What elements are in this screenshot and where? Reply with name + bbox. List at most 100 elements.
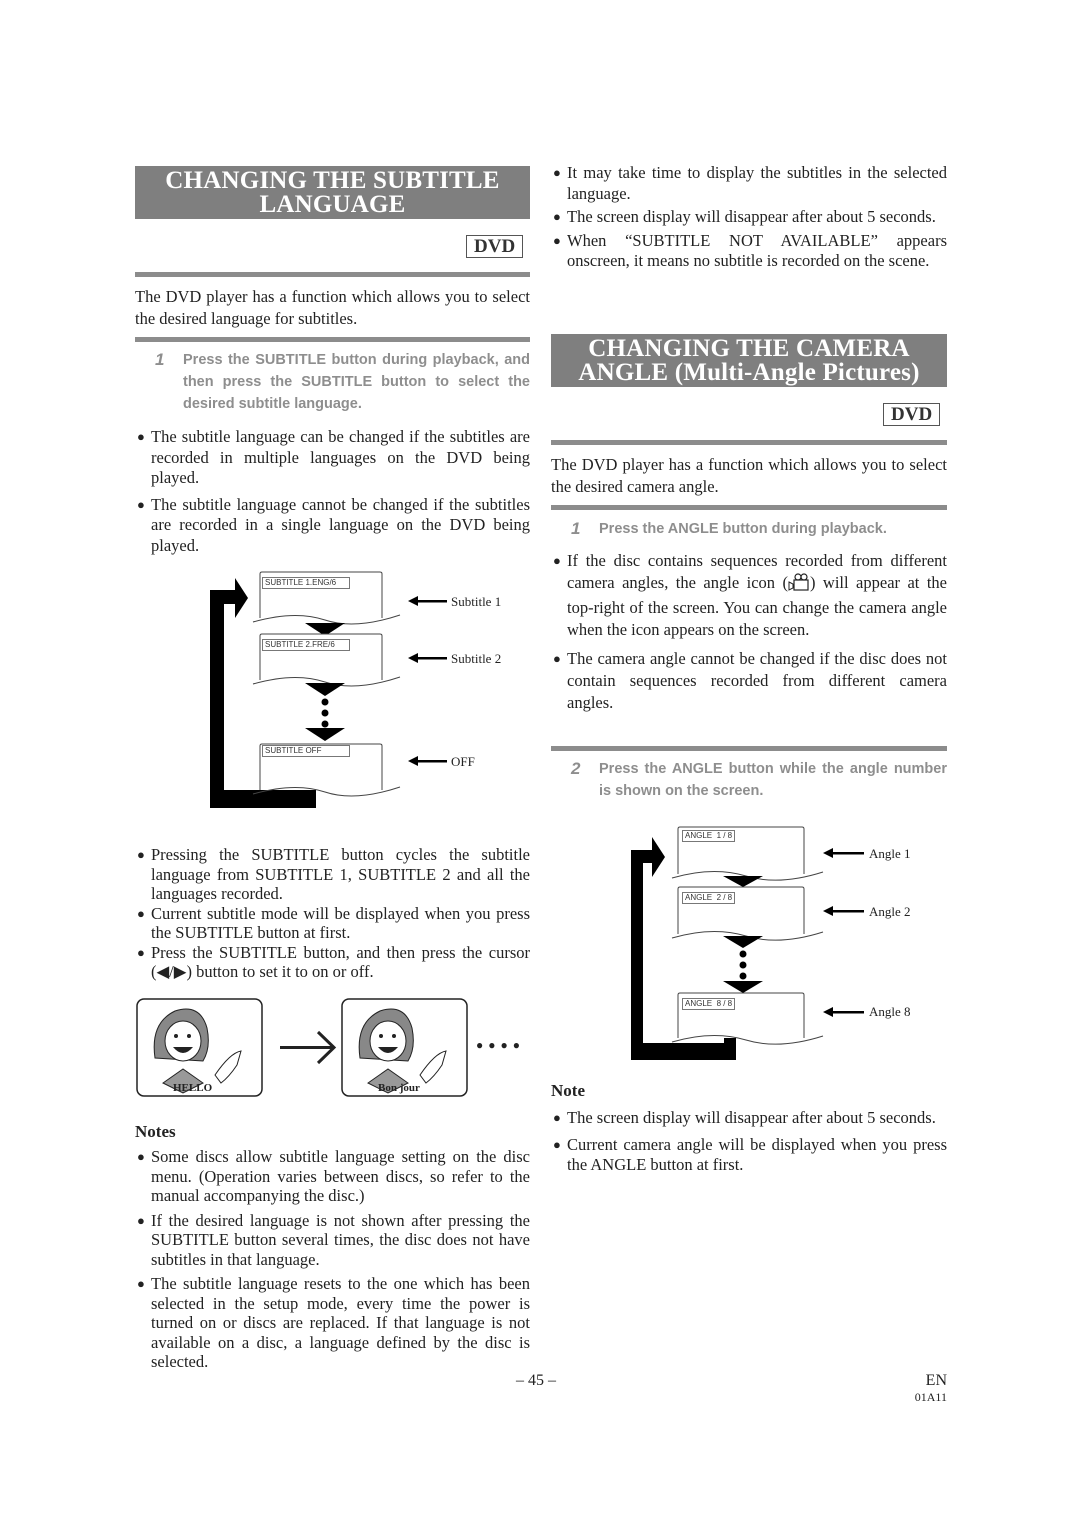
- right-arrow-icon: [280, 1030, 337, 1065]
- down-arrow-icon: [723, 876, 763, 887]
- bullet-text: The camera angle cannot be changed if th…: [567, 649, 947, 712]
- section-divider: [135, 272, 530, 277]
- bullet-item: ● The subtitle language can be changed if…: [135, 427, 530, 489]
- bullet-item: ● The screen display will disappear after…: [551, 207, 947, 228]
- title-line-2: ANGLE (Multi-Angle Pictures): [578, 359, 920, 386]
- bullet-item: ● The subtitle language cannot be changed…: [135, 495, 530, 557]
- hello-caption: HELLO: [173, 1082, 213, 1094]
- pointer-arrow-icon: [408, 653, 447, 663]
- step-divider: [551, 505, 947, 510]
- title-line-1: CHANGING THE SUBTITLE: [165, 167, 500, 194]
- language-illustration: HELLO Bon jour ● ● ● ●: [135, 998, 535, 1098]
- screen-tag: ANGLE 8 / 8: [682, 998, 736, 1010]
- ellipsis-dot: [739, 950, 747, 958]
- bullet-icon: ●: [137, 905, 145, 921]
- note-text: If the desired language is not shown aft…: [151, 1210, 530, 1269]
- note-text: The subtitle language resets to the one …: [151, 1274, 530, 1371]
- step-number: 1: [571, 519, 581, 538]
- ellipsis-dot: [739, 972, 747, 980]
- note-item: ● If the desired language is not shown af…: [135, 1211, 530, 1270]
- subtitle-bullets-a: ● The subtitle language can be changed if…: [135, 427, 530, 562]
- ellipsis-dot: [321, 720, 329, 728]
- bullet-icon: ●: [553, 1110, 561, 1125]
- diagram-label: Angle 2: [869, 904, 911, 919]
- angle-step-1: 1 Press the ANGLE button during playback…: [551, 518, 947, 540]
- bullet-icon: ●: [553, 165, 561, 180]
- page-number: – 45 –: [516, 1372, 556, 1389]
- bullet-icon: ●: [137, 847, 145, 862]
- step-divider: [135, 337, 530, 342]
- dvd-badge: DVD: [883, 403, 941, 426]
- pointer-arrow-icon: [823, 848, 864, 858]
- bullet-item: ● If the disc contains sequences recorded…: [551, 550, 947, 641]
- bullet-icon: ●: [553, 232, 561, 248]
- diagram-label: OFF: [451, 754, 475, 769]
- bullet-icon: ●: [553, 1136, 561, 1152]
- subtitle-bullets-continued: ● It may take time to display the subtitl…: [551, 163, 947, 278]
- screen-tag: ANGLE 2 / 8: [682, 892, 736, 904]
- down-arrow-icon: [305, 728, 345, 741]
- note-text: Some discs allow subtitle language setti…: [151, 1147, 530, 1205]
- bonjour-caption: Bon jour: [378, 1082, 420, 1094]
- bullet-item: ● The camera angle cannot be changed if t…: [551, 648, 947, 714]
- diagram-label: Subtitle 1: [451, 594, 502, 609]
- bullet-text: When “SUBTITLE NOT AVAILABLE” appears on…: [567, 230, 947, 271]
- ellipsis-dot: [321, 698, 329, 706]
- bullet-icon: ●: [137, 1149, 145, 1164]
- bullet-text: The subtitle language can be changed if …: [151, 427, 530, 487]
- screen-tag: SUBTITLE 1.ENG/6: [262, 577, 350, 589]
- angle-cycle-diagram: ANGLE 1 / 8 ANGLE 2 / 8 ANGLE 8 / 8 Angl…: [628, 826, 928, 1062]
- step-number: 1: [155, 350, 165, 369]
- bullet-icon: ●: [137, 944, 145, 960]
- note-heading: Note: [551, 1081, 585, 1100]
- bullet-icon: ●: [553, 651, 561, 666]
- bullet-item: ● Press the SUBTITLE button, and then pre…: [135, 943, 530, 982]
- bullet-icon: ●: [553, 553, 561, 568]
- angle-bullets-a: ● If the disc contains sequences recorded…: [551, 550, 947, 720]
- notes-heading: Notes: [135, 1122, 176, 1141]
- step-number: 2: [571, 759, 581, 778]
- pointer-arrow-icon: [408, 596, 447, 606]
- note-item: ● The subtitle language resets to the one…: [135, 1274, 530, 1372]
- down-arrow-icon: [723, 936, 763, 948]
- screen-tag: ANGLE 1 / 8: [682, 830, 736, 842]
- note-item: ● Current camera angle will be displayed …: [551, 1135, 947, 1176]
- step-text: Press the ANGLE button during playback.: [599, 521, 887, 537]
- bullet-text: The subtitle language cannot be changed …: [151, 494, 530, 555]
- subtitle-bullets-b: ● Pressing the SUBTITLE button cycles the…: [135, 845, 530, 982]
- subtitle-intro: The DVD player has a function which allo…: [135, 287, 530, 328]
- bullet-item: ● It may take time to display the subtitl…: [551, 163, 947, 204]
- ellipsis-dot: [321, 709, 329, 717]
- screen-tag: SUBTITLE OFF: [262, 745, 350, 757]
- pointer-arrow-icon: [408, 756, 447, 766]
- bullet-item: ● Current subtitle mode will be displayed…: [135, 904, 530, 943]
- bullet-icon: ●: [137, 1212, 145, 1228]
- bullet-item: ● Pressing the SUBTITLE button cycles the…: [135, 845, 530, 904]
- step-text: Press the ANGLE button while the angle n…: [599, 761, 947, 799]
- note-item: ● Some discs allow subtitle language sett…: [135, 1147, 530, 1206]
- subtitle-notes: ● Some discs allow subtitle language sett…: [135, 1147, 530, 1372]
- step-text: Press the SUBTITLE button during playbac…: [183, 352, 530, 412]
- subtitle-cycle-diagram: SUBTITLE 1.ENG/6 SUBTITLE 2.FRE/6 SUBTIT…: [205, 570, 525, 810]
- diagram-label: Angle 8: [869, 1004, 911, 1019]
- note-item: ● The screen display will disappear after…: [551, 1108, 947, 1129]
- bullet-text: Press the SUBTITLE button, and then pres…: [151, 942, 530, 982]
- bullet-icon: ●: [137, 1276, 145, 1291]
- ellipsis-icon: ● ● ● ●: [476, 1038, 521, 1052]
- ellipsis-dot: [739, 961, 747, 969]
- angle-notes: ● The screen display will disappear after…: [551, 1108, 947, 1182]
- bullet-icon: ●: [137, 496, 145, 512]
- subtitle-section-title: CHANGING THE SUBTITLE LANGUAGE: [135, 166, 530, 219]
- down-arrow-icon: [723, 981, 763, 993]
- dvd-badge: DVD: [466, 235, 524, 258]
- camera-angle-icon: [788, 573, 810, 597]
- subtitle-step-1: 1 Press the SUBTITLE button during playb…: [135, 349, 530, 415]
- down-arrow-icon: [305, 683, 345, 696]
- document-code: 01A11: [914, 1390, 947, 1404]
- bullet-text: The screen display will disappear after …: [567, 207, 936, 226]
- bullet-icon: ●: [553, 209, 561, 224]
- section-divider: [551, 440, 947, 445]
- step-divider: [551, 746, 947, 751]
- note-text: Current camera angle will be displayed w…: [567, 1134, 947, 1175]
- angle-step-2: 2 Press the ANGLE button while the angle…: [551, 758, 947, 802]
